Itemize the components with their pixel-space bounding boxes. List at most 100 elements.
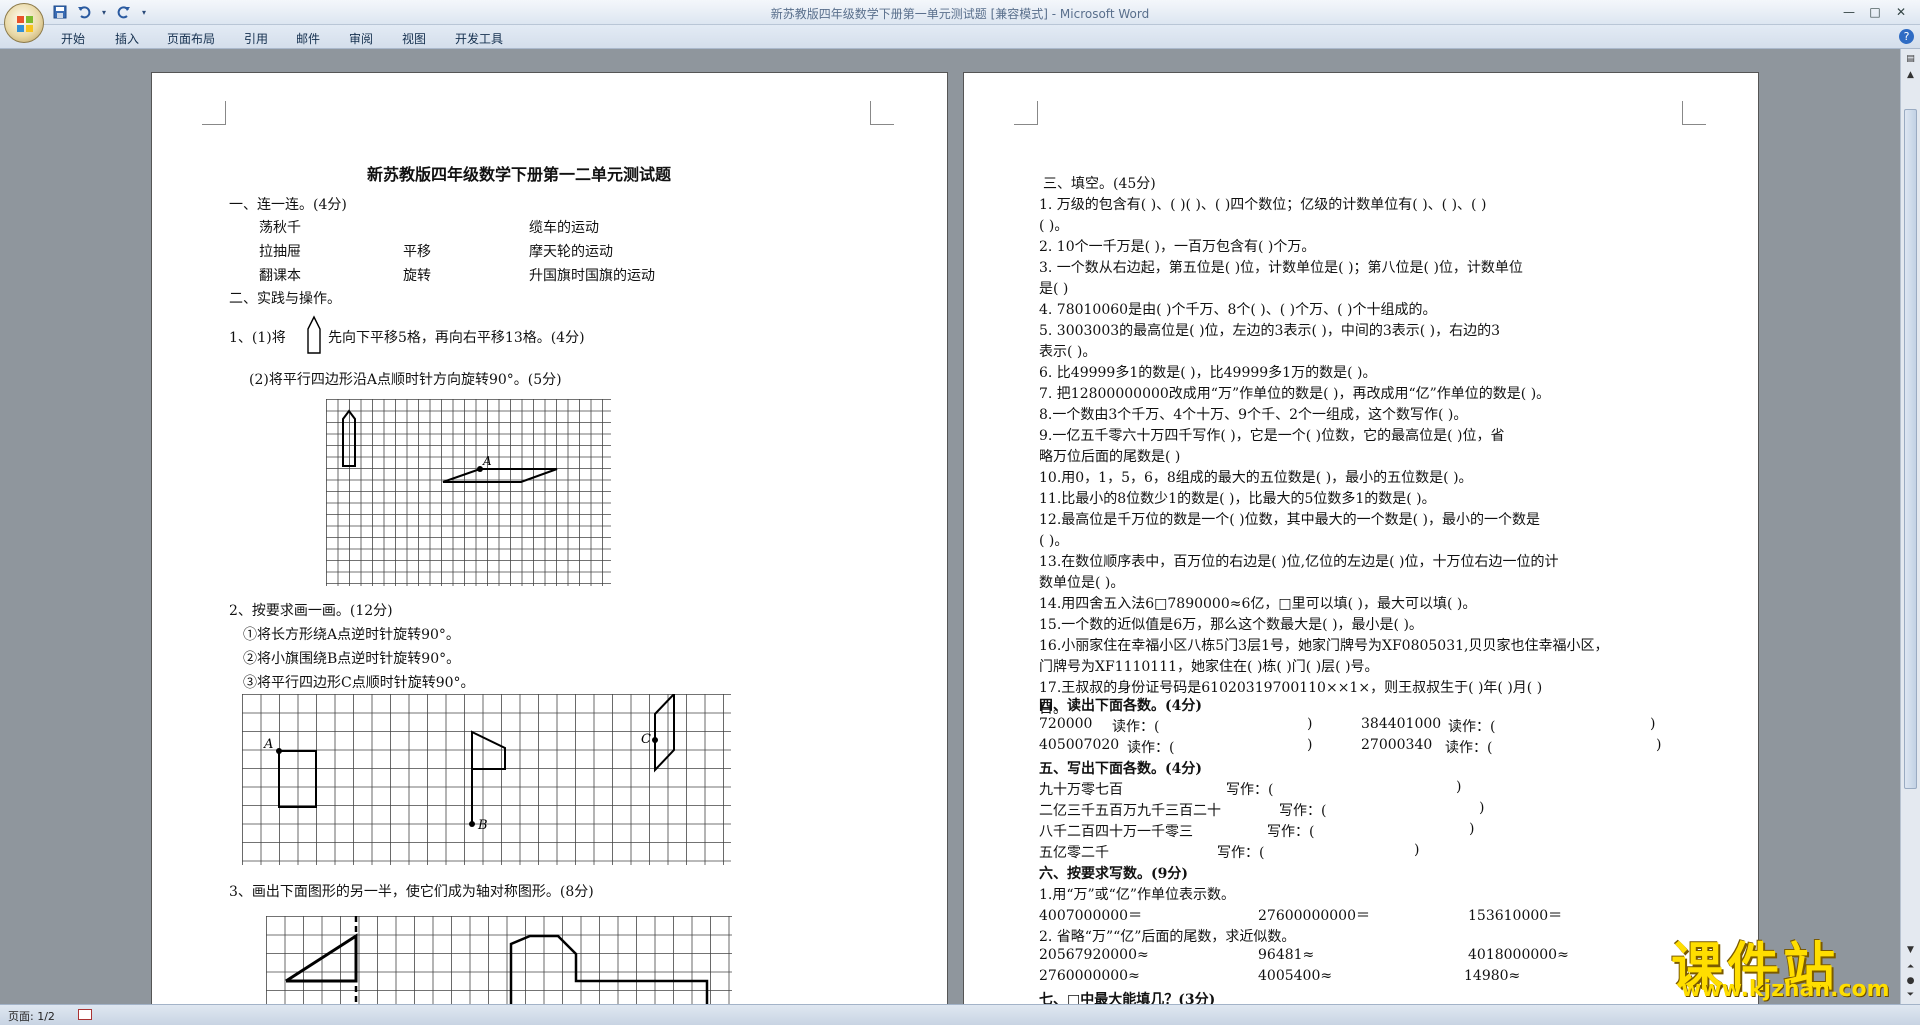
document-page-2[interactable]: 三、填空。(45分) 1. 万级的包含有( )、( )( )、( )四个数位；亿级… bbox=[963, 72, 1759, 1004]
section-heading: 四、读出下面各数。(4分) bbox=[1039, 698, 1202, 714]
crop-mark bbox=[202, 101, 226, 125]
tab-home[interactable]: 开始 bbox=[61, 30, 85, 47]
match-right-item: 缆车的运动 bbox=[529, 220, 599, 236]
svg-text:A: A bbox=[263, 737, 273, 752]
conversion-item: 4018000000≈ bbox=[1468, 947, 1569, 963]
watermark-url: www.kjzhan.com bbox=[1681, 977, 1890, 1002]
grid-figure-2: A B C bbox=[242, 694, 731, 865]
question-line: 6. 比49999多1的数是( )，比49999多1万的数是( )。 bbox=[1039, 365, 1377, 381]
write-item: 五亿零二千 bbox=[1039, 845, 1109, 861]
question-item: ③将平行四边形C点顺时针旋转90°。 bbox=[243, 675, 475, 691]
question-text: 3、画出下面图形的另一半，使它们成为轴对称图形。(8分) bbox=[229, 884, 594, 900]
page-count-status[interactable]: 页面: 1/2 bbox=[8, 1008, 55, 1024]
match-mid-item: 旋转 bbox=[403, 268, 431, 284]
svg-text:C: C bbox=[641, 732, 651, 747]
status-bar: 页面: 1/2 bbox=[0, 1004, 1920, 1025]
question-item: ②将小旗围绕B点逆时针旋转90°。 bbox=[243, 651, 461, 667]
question-line: 14.用四舍五入法6□7890000≈6亿，□里可以填( )，最大可以填( )。 bbox=[1039, 596, 1477, 612]
question-line: 10.用0，1，5，6，8组成的最大的五位数是( )，最小的五位数是( )。 bbox=[1039, 470, 1473, 486]
question-line: 4. 78010060是由( )个千万、8个( )、( )个万、( )个十组成的… bbox=[1039, 302, 1437, 318]
conversion-item: 96481≈ bbox=[1258, 947, 1315, 963]
window-controls: — □ ✕ bbox=[1836, 2, 1914, 22]
conversion-item: 153610000＝ bbox=[1468, 908, 1563, 924]
write-item: 二亿三千五百万九千三百二十 bbox=[1039, 803, 1221, 819]
read-label: 读作：( bbox=[1112, 719, 1160, 735]
tab-developer[interactable]: 开发工具 bbox=[455, 30, 503, 47]
scroll-thumb[interactable] bbox=[1904, 109, 1917, 789]
question-line: 1. 万级的包含有( )、( )( )、( )四个数位；亿级的计数单位有( )、… bbox=[1039, 197, 1487, 213]
number-item: 405007020 bbox=[1039, 737, 1120, 753]
conversion-item: 4007000000＝ bbox=[1039, 908, 1143, 924]
write-label: 写作：( bbox=[1267, 824, 1315, 840]
read-label: 读作：( bbox=[1448, 719, 1496, 735]
crop-mark bbox=[870, 101, 894, 125]
question-line: 7. 把12800000000改成用“万”作单位的数是( )，再改成用“亿”作单… bbox=[1039, 386, 1551, 402]
tab-references[interactable]: 引用 bbox=[244, 30, 268, 47]
proofing-status-icon[interactable] bbox=[78, 1009, 92, 1020]
read-answer-close: ) bbox=[1650, 716, 1656, 732]
ruler-toggle-icon[interactable]: ▤ bbox=[1904, 53, 1917, 66]
conversion-item: 4005400≈ bbox=[1258, 968, 1333, 984]
tab-page-layout[interactable]: 页面布局 bbox=[167, 30, 215, 47]
match-left-item: 拉抽屉 bbox=[259, 244, 301, 260]
question-line: 15.一个数的近似值是6万，那么这个数最大是( )，最小是( )。 bbox=[1039, 617, 1423, 633]
question-text: 2、按要求画一画。(12分) bbox=[229, 603, 393, 619]
question-line: 数单位是( )。 bbox=[1039, 575, 1125, 591]
document-page-1[interactable]: 新苏教版四年级数学下册第一二单元测试题 一、连一连。(4分) 荡秋千 缆车的运动… bbox=[151, 72, 948, 1004]
question-line: 表示( )。 bbox=[1039, 344, 1097, 360]
tab-view[interactable]: 视图 bbox=[402, 30, 426, 47]
question-line: 3. 一个数从右边起，第五位是( )位，计数单位是( )；第八位是( )位，计数… bbox=[1039, 260, 1523, 276]
minimize-icon[interactable]: — bbox=[1836, 2, 1862, 22]
question-line: ( )。 bbox=[1039, 533, 1069, 549]
document-title: 新苏教版四年级数学下册第一二单元测试题 bbox=[367, 165, 672, 184]
office-button[interactable] bbox=[4, 3, 44, 43]
section-heading: 五、写出下面各数。(4分) bbox=[1039, 761, 1202, 777]
read-answer-close: ) bbox=[1307, 716, 1313, 732]
section-heading: 三、填空。(45分) bbox=[1043, 176, 1156, 192]
section-heading: 六、按要求写数。(9分) bbox=[1039, 866, 1188, 882]
question-text: 1、(1)将 bbox=[229, 330, 286, 346]
help-icon[interactable]: ? bbox=[1899, 29, 1914, 44]
ribbon-tab-bar: 开始 插入 页面布局 引用 邮件 审阅 视图 开发工具 ? bbox=[0, 25, 1920, 49]
question-line: 门牌号为XF1110111，她家住在( )栋( )门( )层( )号。 bbox=[1039, 659, 1379, 675]
conversion-item: 20567920000≈ bbox=[1039, 947, 1149, 963]
write-label: 写作：( bbox=[1217, 845, 1265, 861]
point-label: A bbox=[482, 454, 492, 468]
question-line: ( )。 bbox=[1039, 218, 1069, 234]
read-answer-close: ) bbox=[1656, 737, 1662, 753]
tab-mailings[interactable]: 邮件 bbox=[296, 30, 320, 47]
write-answer-close: ) bbox=[1479, 800, 1485, 816]
write-label: 写作：( bbox=[1279, 803, 1327, 819]
tab-insert[interactable]: 插入 bbox=[115, 30, 139, 47]
tab-review[interactable]: 审阅 bbox=[349, 30, 373, 47]
crop-mark bbox=[1682, 101, 1706, 125]
read-answer-close: ) bbox=[1307, 737, 1313, 753]
question-line: 12.最高位是千万位的数是一个( )位数，其中最大的一个数是( )，最小的一个数… bbox=[1039, 512, 1541, 528]
question-line: 9.一亿五千零六十万四千写作( )，它是一个( )位数，它的最高位是( )位，省 bbox=[1039, 428, 1505, 444]
question-line: 11.比最小的8位数少1的数是( )，比最大的5位数多1的数是( )。 bbox=[1039, 491, 1436, 507]
pentagon-shape-icon bbox=[307, 315, 321, 354]
write-item: 八千二百四十万一千零三 bbox=[1039, 824, 1193, 840]
read-label: 读作：( bbox=[1127, 740, 1175, 756]
write-answer-close: ) bbox=[1414, 842, 1420, 858]
site-watermark-logo: 课件站 www.kjzhan.com bbox=[1667, 925, 1907, 1003]
question-text: (2)将平行四边形沿A点顺时针方向旋转90°。(5分) bbox=[249, 372, 562, 388]
grid-figure-3 bbox=[266, 916, 732, 1004]
match-left-item: 荡秋千 bbox=[259, 220, 301, 236]
number-item: 384401000 bbox=[1361, 716, 1442, 732]
svg-text:B: B bbox=[477, 818, 488, 833]
vertical-scrollbar[interactable]: ▤ ▲ ▼ ⏶ ● ⏷ bbox=[1900, 49, 1920, 1004]
number-item: 720000 bbox=[1039, 716, 1093, 732]
match-left-item: 翻课本 bbox=[259, 268, 301, 284]
question-line: 17.王叔叔的身份证号码是61020319700110××1×，则王叔叔生于( … bbox=[1039, 680, 1543, 696]
office-logo-icon bbox=[17, 16, 33, 32]
question-line: 2. 10个一千万是( )，一百万包含有( )个万。 bbox=[1039, 239, 1316, 255]
conversion-item: 14980≈ bbox=[1464, 968, 1521, 984]
title-bar: ▾ ▾ 新苏教版四年级数学下册第一单元测试题 [兼容模式] - Microsof… bbox=[0, 0, 1920, 25]
scroll-up-icon[interactable]: ▲ bbox=[1904, 69, 1917, 82]
crop-mark bbox=[1014, 101, 1038, 125]
close-icon[interactable]: ✕ bbox=[1888, 2, 1914, 22]
question-text: 2. 省略“万”“亿”后面的尾数，求近似数。 bbox=[1039, 929, 1296, 945]
maximize-icon[interactable]: □ bbox=[1862, 2, 1888, 22]
write-label: 写作：( bbox=[1226, 782, 1274, 798]
